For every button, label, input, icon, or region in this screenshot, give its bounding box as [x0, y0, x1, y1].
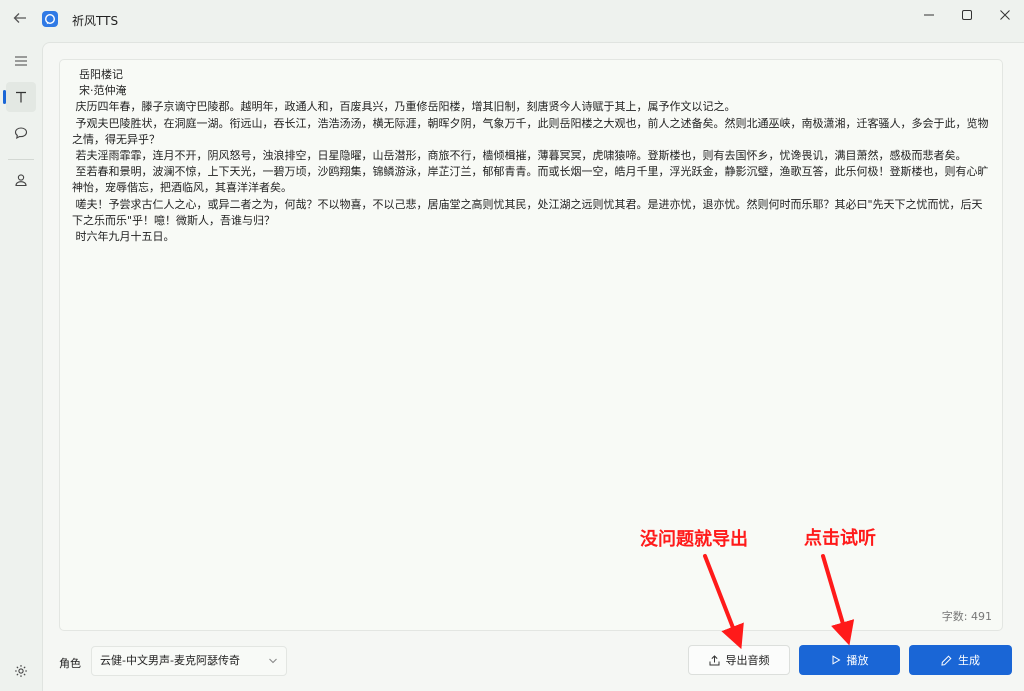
upload-icon	[709, 654, 719, 665]
user-icon	[15, 174, 27, 187]
export-hint-annotation: 没问题就导出	[640, 529, 748, 550]
play-button[interactable]: 播放	[799, 645, 900, 675]
export-audio-button[interactable]: 导出音频	[688, 645, 790, 675]
nav-item-settings[interactable]	[6, 656, 36, 686]
main-content: 岳阳楼记 宋·范仲淹 庆历四年春，滕子京谪守巴陵郡。越明年，政通人和，百废具兴，…	[42, 42, 1024, 691]
nav-item-text[interactable]	[3, 82, 36, 112]
play-hint-annotation: 点击试听	[804, 528, 876, 549]
role-select[interactable]: 云健-中文男声-麦克阿瑟传奇	[91, 646, 287, 676]
role-select-value: 云健-中文男声-麦克阿瑟传奇	[100, 654, 240, 667]
export-audio-label: 导出音频	[725, 654, 770, 667]
generate-label: 生成	[958, 654, 980, 667]
nav-item-chat[interactable]	[6, 118, 36, 148]
back-arrow-icon[interactable]	[8, 8, 32, 32]
play-label: 播放	[846, 654, 869, 667]
char-count: 字数: 491	[941, 610, 992, 623]
active-indicator	[3, 90, 6, 104]
editor-text[interactable]: 岳阳楼记 宋·范仲淹 庆历四年春，滕子京谪守巴陵郡。越明年，政通人和，百废具兴，…	[72, 67, 990, 245]
settings-icon	[15, 665, 27, 677]
menu-icon[interactable]	[6, 46, 36, 76]
chat-icon	[14, 127, 28, 140]
maximize-button[interactable]	[952, 4, 982, 26]
role-label: 角色	[59, 657, 81, 670]
play-icon	[832, 655, 840, 665]
app-title: 祈风TTS	[72, 14, 119, 28]
title-bar: 祈风TTS	[0, 0, 1024, 42]
text-icon	[16, 91, 26, 103]
app-logo-icon	[42, 11, 58, 27]
close-button[interactable]	[990, 4, 1020, 26]
minimize-button[interactable]	[914, 4, 944, 26]
nav-item-user[interactable]	[6, 165, 36, 195]
pen-icon	[941, 654, 952, 666]
chevron-down-icon	[268, 647, 278, 687]
nav-divider	[8, 159, 34, 160]
generate-button[interactable]: 生成	[909, 645, 1012, 675]
side-nav	[0, 42, 42, 691]
